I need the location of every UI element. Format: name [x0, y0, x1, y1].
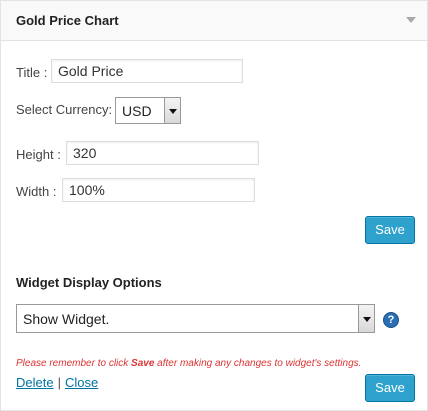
- title-input[interactable]: [51, 59, 243, 83]
- display-options-select[interactable]: Show Widget.: [16, 304, 375, 333]
- height-input[interactable]: [66, 141, 259, 165]
- currency-select[interactable]: USD: [115, 97, 181, 124]
- chevron-down-icon[interactable]: [164, 98, 180, 123]
- width-label: Width :: [16, 184, 57, 199]
- widget-panel: Gold Price Chart Title : Select Currency…: [0, 0, 428, 411]
- currency-select-value: USD: [122, 103, 152, 119]
- note-text-bold: Save: [131, 358, 155, 369]
- save-widget-button[interactable]: Save: [365, 374, 415, 402]
- currency-label: Select Currency:: [16, 102, 113, 117]
- chevron-down-icon[interactable]: [358, 305, 374, 332]
- link-separator: |: [57, 375, 61, 390]
- height-label: Height :: [16, 147, 61, 162]
- help-icon[interactable]: ?: [383, 312, 399, 328]
- width-input[interactable]: [62, 178, 255, 202]
- widget-control-links: Delete | Close: [16, 375, 98, 390]
- delete-link[interactable]: Delete: [16, 375, 54, 390]
- display-options-heading: Widget Display Options: [16, 275, 162, 290]
- widget-header[interactable]: Gold Price Chart: [1, 1, 427, 41]
- note-text-after: after making any changes to widget's set…: [154, 358, 362, 369]
- title-label: Title :: [16, 65, 48, 80]
- save-settings-button[interactable]: Save: [365, 216, 415, 244]
- note-text-before: Please remember to click: [16, 358, 132, 369]
- save-reminder-note: Please remember to click Save after maki…: [16, 358, 361, 369]
- close-link[interactable]: Close: [65, 375, 98, 390]
- collapse-arrow-icon[interactable]: [406, 17, 416, 23]
- widget-title: Gold Price Chart: [16, 13, 119, 28]
- display-options-select-value: Show Widget.: [23, 311, 110, 327]
